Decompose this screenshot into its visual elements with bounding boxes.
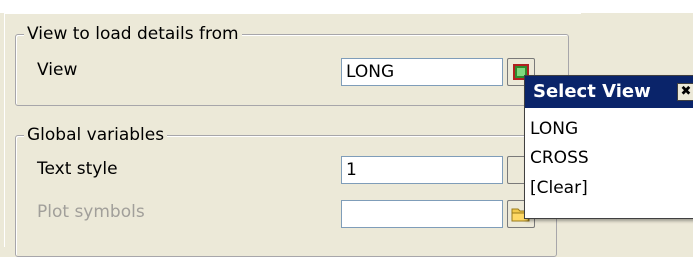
text-style-label: Text style [37,159,118,179]
view-group-title: View to load details from [24,23,242,45]
popup-title-bar: Select View ✖ [525,76,693,108]
view-field[interactable]: LONG [341,58,503,86]
close-icon[interactable]: ✖ [677,83,693,101]
popup-title: Select View [533,81,651,102]
global-variables-group: Global variables [15,124,557,257]
plot-symbols-field[interactable] [341,200,503,228]
dialog-panel: View to load details from View LONG Glob… [4,13,581,257]
view-label: View [37,60,78,80]
text-style-field[interactable]: 1 [341,156,503,184]
popup-item-cross[interactable]: CROSS [530,147,589,169]
popup-item-long[interactable]: LONG [530,118,578,140]
global-variables-title: Global variables [24,124,168,146]
popup-item-clear[interactable]: [Clear] [530,177,588,199]
top-strip [0,0,693,13]
plot-symbols-label: Plot symbols [37,202,145,222]
select-view-popup: Select View ✖ LONG CROSS [Clear] [524,75,693,219]
